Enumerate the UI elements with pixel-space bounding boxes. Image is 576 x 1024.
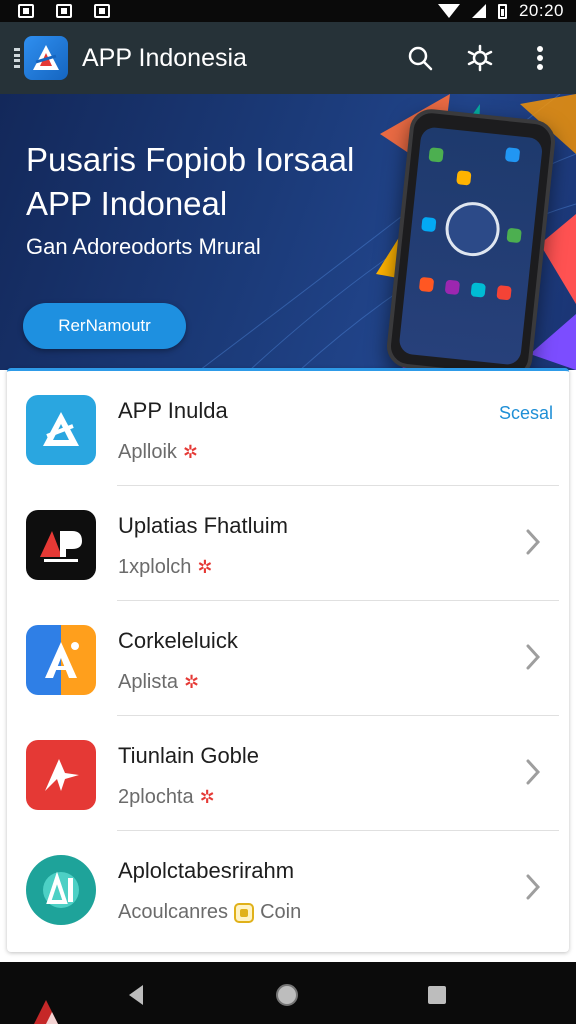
- chevron-right-icon[interactable]: [519, 758, 547, 786]
- home-icon[interactable]: [272, 980, 302, 1010]
- status-notifications: [18, 4, 110, 18]
- arrow-logo-icon: [26, 740, 96, 810]
- list-item-title: APP Inulda: [118, 398, 228, 423]
- list-item[interactable]: Aplolctabesrirahm Acoulcanres Coin: [7, 831, 569, 946]
- promo-banner[interactable]: Pusaris Fopiob Iorsaal APP Indoneal Gan …: [0, 94, 576, 370]
- list-item-title: Tiunlain Goble: [118, 743, 260, 768]
- app-list-card: APP Inulda Aplloik ✲ Scesal Uplatias Fha…: [7, 368, 569, 952]
- list-item-subtitle: Aplloik ✲: [118, 441, 198, 464]
- banner-cta-button[interactable]: RerNamoutr: [23, 303, 186, 349]
- list-item-subtitle-text: Acoulcanres: [118, 901, 229, 923]
- coin-icon: [234, 902, 255, 923]
- banner-title: Pusaris Fopiob Iorsaal APP Indoneal: [26, 138, 386, 226]
- status-system: 20:20: [437, 1, 564, 21]
- drawer-icon[interactable]: [14, 48, 20, 68]
- list-item-subtitle: 1xplolch ✲: [118, 556, 212, 579]
- list-item-subtitle-text: 1xplolch: [118, 556, 192, 578]
- list-item-title: Corkeleluick: [118, 628, 238, 653]
- list-item-subtitle: 2plochta ✲: [118, 786, 215, 809]
- list-item[interactable]: Tiunlain Goble 2plochta ✲: [7, 716, 569, 831]
- navigation-bar: [0, 962, 576, 1024]
- list-item[interactable]: Uplatias Fhatluim 1xplolch ✲: [7, 486, 569, 601]
- list-item-subtitle: Acoulcanres Coin: [118, 901, 301, 924]
- watermark-logo-icon: [26, 992, 78, 1024]
- banner-title-line2: APP Indoneal: [26, 185, 228, 222]
- list-item-action-link[interactable]: Scesal: [499, 403, 553, 424]
- ai-logo-icon: [26, 855, 96, 925]
- recents-icon[interactable]: [422, 980, 452, 1010]
- back-icon[interactable]: [121, 980, 151, 1010]
- rating-star-icon: ✲: [197, 557, 213, 577]
- banner-subtitle: Gan Adoreodorts Mrural: [26, 234, 261, 259]
- a-logo-icon: [26, 625, 96, 695]
- notification-image-icon: [18, 4, 34, 18]
- list-item-subtitle-text: 2plochta: [118, 786, 194, 808]
- list-item[interactable]: APP Inulda Aplloik ✲ Scesal: [7, 371, 569, 486]
- status-bar: 20:20: [0, 0, 576, 22]
- rating-star-icon: ✲: [199, 787, 215, 807]
- list-item-title: Uplatias Fhatluim: [118, 513, 288, 538]
- list-item[interactable]: Corkeleluick Aplista ✲: [7, 601, 569, 716]
- settings-icon[interactable]: [456, 34, 504, 82]
- app-logo-icon: [26, 395, 96, 465]
- battery-icon: [497, 3, 507, 19]
- coin-label: Coin: [260, 901, 302, 923]
- wifi-icon: [437, 4, 460, 18]
- status-time: 20:20: [518, 1, 564, 20]
- notification-app-icon: [56, 4, 72, 18]
- more-vert-icon[interactable]: [516, 34, 564, 82]
- rating-star-icon: ✲: [184, 672, 200, 692]
- banner-title-line1: Pusaris Fopiob Iorsaal: [26, 141, 355, 178]
- chevron-right-icon[interactable]: [519, 528, 547, 556]
- notification-lock-icon: [94, 4, 110, 18]
- chevron-right-icon[interactable]: [519, 873, 547, 901]
- search-icon[interactable]: [396, 34, 444, 82]
- chevron-right-icon[interactable]: [519, 643, 547, 671]
- list-item-title: Aplolctabesrirahm: [118, 858, 295, 883]
- app-title: APP Indonesia: [82, 43, 247, 72]
- phone-illustration: [384, 107, 558, 370]
- signal-icon: [471, 4, 486, 18]
- ap-logo-icon: [26, 510, 96, 580]
- list-item-subtitle-text: Aplloik: [118, 441, 177, 463]
- list-item-subtitle-text: Aplista: [118, 671, 179, 693]
- rating-star-icon: ✲: [182, 442, 199, 462]
- list-item-subtitle: Aplista ✲: [118, 671, 199, 694]
- app-bar: APP Indonesia: [0, 22, 576, 94]
- app-logo-icon: [24, 36, 68, 80]
